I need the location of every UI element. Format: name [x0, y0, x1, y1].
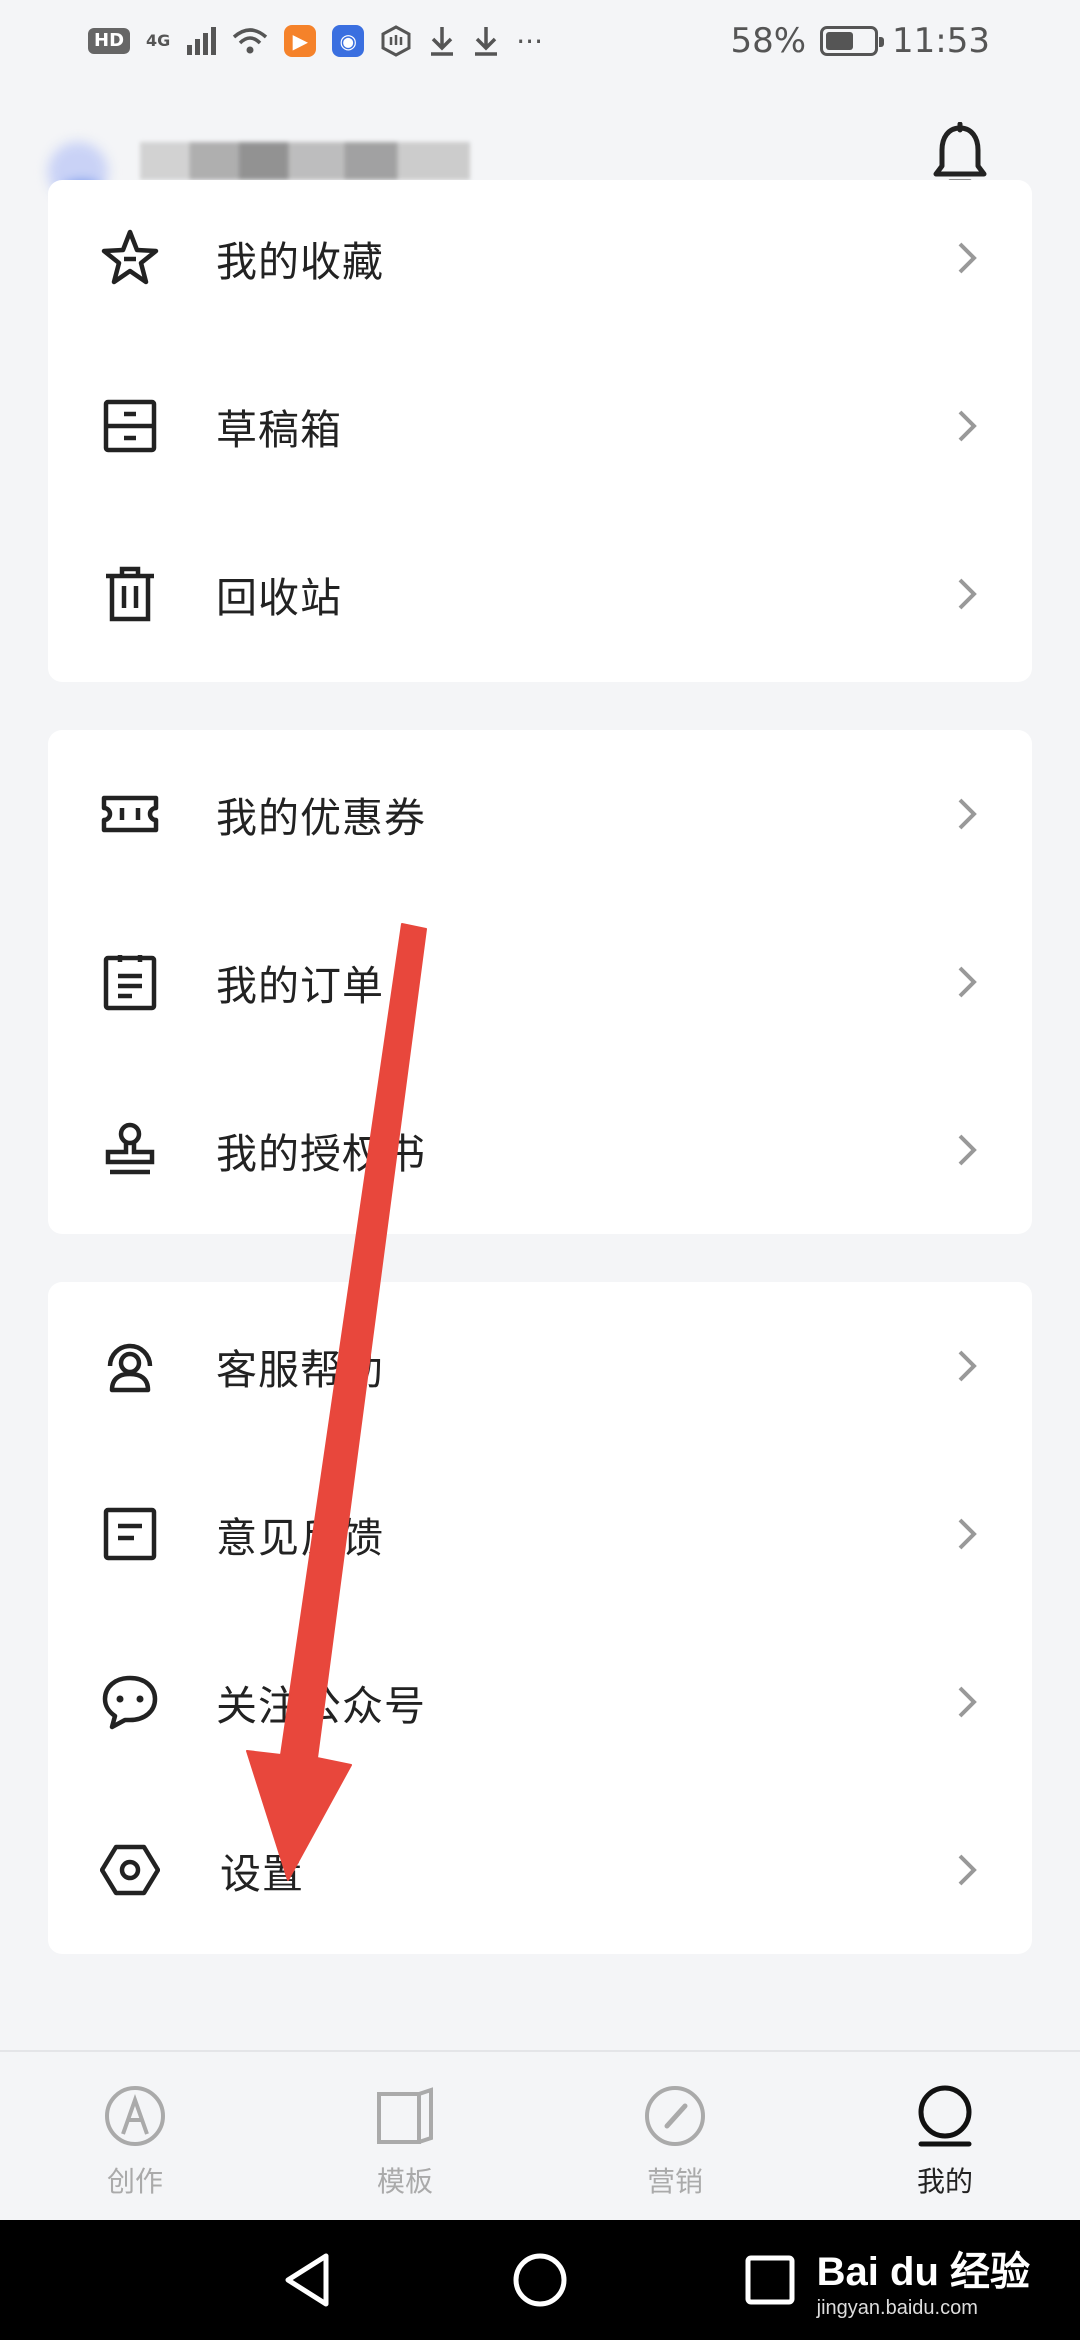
bottom-tab-bar: 创作 模板 营销 我的: [0, 2050, 1080, 2220]
chevron-right-icon: [958, 1686, 977, 1718]
chevron-right-icon: [958, 1854, 977, 1886]
menu-item-feedback[interactable]: 意见反馈: [48, 1450, 1032, 1618]
menu-item-label: 草稿箱: [216, 406, 342, 454]
menu-group-content: 我的收藏 草稿箱 回收站: [48, 180, 1032, 682]
chevron-right-icon: [958, 1350, 977, 1382]
status-bar: HD 4G ▶ ◉ ··· 58% 11:53: [0, 0, 1080, 82]
bulb-app-icon: ◉: [332, 25, 365, 57]
wifi-icon: [233, 28, 268, 54]
menu-item-customer-service[interactable]: 客服帮助: [48, 1282, 1032, 1450]
battery-percent: 58%: [730, 21, 807, 61]
drawer-icon: [100, 396, 160, 456]
profile-icon: [918, 2085, 972, 2147]
star-icon: [100, 228, 160, 288]
menu-item-coupons[interactable]: 我的优惠券: [48, 730, 1032, 898]
menu-item-settings[interactable]: 设置: [48, 1786, 1032, 1954]
chat-icon: [100, 1672, 160, 1732]
tab-create[interactable]: 创作: [0, 2052, 270, 2220]
network-type: 4G: [146, 31, 171, 50]
menu-item-label: 我的优惠券: [216, 794, 426, 842]
hand-icon: [381, 25, 411, 57]
menu-item-label: 客服帮助: [216, 1346, 384, 1394]
menu-item-authorizations[interactable]: 我的授权书: [48, 1066, 1032, 1234]
menu-item-label: 我的收藏: [216, 238, 384, 286]
back-icon[interactable]: [280, 2250, 340, 2310]
chevron-right-icon: [958, 1518, 977, 1550]
download-icon: [431, 27, 454, 56]
home-icon[interactable]: [510, 2250, 570, 2310]
chevron-right-icon: [958, 1134, 977, 1166]
username-blurred[interactable]: [140, 142, 470, 180]
menu-item-label: 回收站: [216, 574, 342, 622]
menu-item-favorites[interactable]: 我的收藏: [48, 180, 1032, 342]
coupon-icon: [100, 784, 160, 844]
status-bar-right: 58% 11:53: [730, 21, 990, 61]
menu-item-label: 我的订单: [216, 962, 384, 1010]
menu-item-label: 意见反馈: [216, 1514, 384, 1562]
chevron-right-icon: [958, 242, 977, 274]
download-icon: [475, 27, 498, 56]
chevron-right-icon: [958, 966, 977, 998]
chevron-right-icon: [958, 578, 977, 610]
tab-label: 创作: [106, 2165, 163, 2198]
recents-icon[interactable]: [740, 2250, 800, 2310]
trash-icon: [100, 564, 160, 624]
menu-item-label: 关注公众号: [216, 1682, 426, 1730]
hd-badge: HD: [88, 28, 131, 54]
menu-item-orders[interactable]: 我的订单: [48, 898, 1032, 1066]
more-notifications: ···: [516, 24, 543, 58]
tab-marketing[interactable]: 营销: [540, 2052, 810, 2220]
support-icon: [100, 1336, 160, 1396]
pen-icon: [105, 2086, 165, 2146]
compass-icon: [645, 2086, 705, 2146]
menu-group-account: 我的优惠券 我的订单 我的授权书: [48, 730, 1032, 1234]
chevron-right-icon: [958, 798, 977, 830]
watermark-brand: Bai du 经验: [816, 2250, 1030, 2294]
tab-label: 我的: [916, 2165, 973, 2198]
menu-item-recycle-bin[interactable]: 回收站: [48, 510, 1032, 678]
menu-group-support: 客服帮助 意见反馈 关注公众号 设置: [48, 1282, 1032, 1954]
tab-label: 模板: [376, 2165, 433, 2198]
chevron-right-icon: [958, 410, 977, 442]
signal-icon: [187, 27, 217, 55]
menu-item-follow-account[interactable]: 关注公众号: [48, 1618, 1032, 1786]
menu-item-label: 我的授权书: [216, 1130, 426, 1178]
battery-level: [826, 32, 853, 50]
tab-mine[interactable]: 我的: [810, 2052, 1080, 2220]
tab-templates[interactable]: 模板: [270, 2052, 540, 2220]
video-app-icon: ▶: [284, 25, 317, 57]
tab-label: 营销: [646, 2165, 703, 2198]
stamp-icon: [100, 1120, 160, 1180]
watermark-url: jingyan.baidu.com: [816, 2297, 978, 2319]
menu-item-drafts[interactable]: 草稿箱: [48, 342, 1032, 510]
order-icon: [100, 952, 160, 1012]
system-nav-bar: Bai du 经验 jingyan.baidu.com: [0, 2220, 1080, 2340]
template-icon: [377, 2087, 433, 2144]
clock: 11:53: [892, 21, 990, 61]
feedback-icon: [100, 1504, 160, 1564]
battery-icon: [820, 26, 885, 56]
menu-item-label: 设置: [220, 1850, 304, 1898]
baidu-watermark: Bai du 经验 jingyan.baidu.com: [817, 2252, 1030, 2318]
status-bar-left: HD 4G ▶ ◉ ···: [88, 25, 543, 58]
settings-icon: [100, 1840, 160, 1900]
